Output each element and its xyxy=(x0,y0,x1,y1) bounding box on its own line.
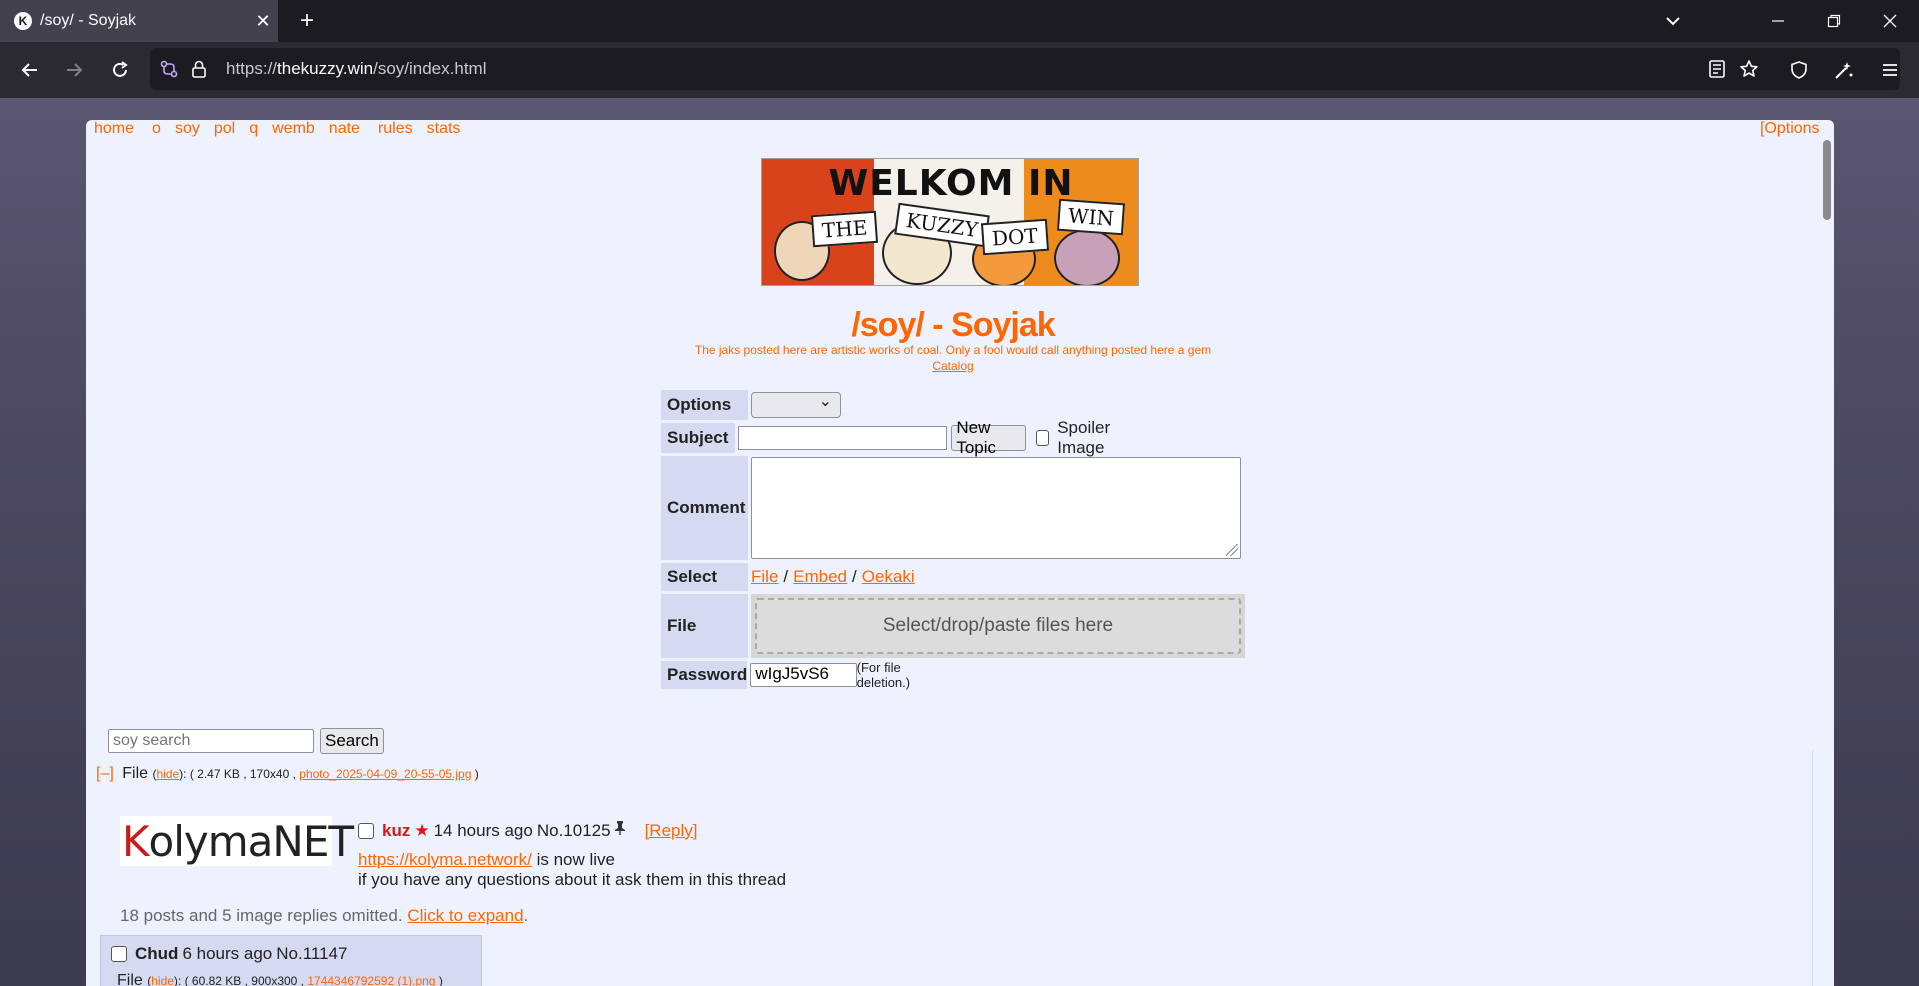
comment-textarea[interactable] xyxy=(751,457,1241,559)
banner-welkom-text: WELKOM IN xyxy=(828,163,1074,204)
reply-post-intro: Chud 6 hours ago No.11147 xyxy=(111,944,347,964)
hamburger-menu-icon[interactable] xyxy=(1876,56,1904,84)
site-banner[interactable]: WELKOM IN THE KUZZY DOT WIN xyxy=(761,158,1139,286)
file-dropzone[interactable]: Select/drop/paste files here xyxy=(755,598,1241,654)
active-tab[interactable]: K /soy/ - Soyjak ✕ xyxy=(0,0,278,42)
options-link[interactable]: [Options] xyxy=(1760,120,1824,138)
pinned-icon xyxy=(613,820,627,841)
board-link-soy[interactable]: soy xyxy=(175,120,200,137)
subject-label: Subject xyxy=(661,423,736,453)
reload-icon[interactable] xyxy=(106,56,134,84)
board-link-rules[interactable]: rules xyxy=(378,120,413,137)
op-file-link[interactable]: photo_2025-04-09_20-55-05.jpg xyxy=(299,767,471,781)
board-link-nate[interactable]: nate xyxy=(329,120,360,137)
board-link-home[interactable]: home xyxy=(94,120,134,137)
close-window-icon[interactable] xyxy=(1862,0,1918,42)
spoiler-checkbox[interactable] xyxy=(1035,430,1050,446)
reply-post: Chud 6 hours ago No.11147 File (hide): (… xyxy=(100,935,482,986)
board-link-stats[interactable]: stats xyxy=(427,120,461,137)
collapse-thread-button[interactable]: [–] xyxy=(96,765,114,782)
catalog-link[interactable]: Catalog xyxy=(932,359,973,373)
url-text[interactable]: https://thekuzzy.win/soy/index.html xyxy=(226,59,486,79)
op-time: 14 hours ago xyxy=(433,820,533,840)
board-title: /soy/ - Soyjak xyxy=(851,306,1055,344)
board-link-q[interactable]: q xyxy=(249,120,258,137)
reply-file-info: File (hide): ( 60.82 KB , 900x300 , 1744… xyxy=(117,972,443,986)
password-input[interactable]: wIgJ5vS6 xyxy=(750,663,857,687)
extensions-icon[interactable] xyxy=(1830,56,1858,84)
search-button[interactable]: Search xyxy=(320,728,384,754)
reply-link[interactable]: [Reply] xyxy=(645,821,698,841)
bookmark-star-icon[interactable] xyxy=(1738,58,1760,80)
back-arrow-icon[interactable] xyxy=(16,56,44,84)
tab-title: /soy/ - Soyjak xyxy=(40,12,137,29)
tab-bar: K /soy/ - Soyjak ✕ + xyxy=(0,0,1919,42)
select-file-link[interactable]: File xyxy=(751,567,778,587)
banner-sign-the: THE xyxy=(810,210,879,248)
page-body: home o soy pol q wemb nate rules stats [Options]… xyxy=(86,120,1834,986)
shield-icon[interactable] xyxy=(1785,56,1813,84)
board-link-o[interactable]: o xyxy=(152,120,161,137)
board-list: home o soy pol q wemb nate rules stats xyxy=(94,120,474,140)
op-author-name: kuz xyxy=(382,820,411,840)
navigation-bar: https://thekuzzy.win/soy/index.html xyxy=(0,42,1919,98)
page-viewport: home o soy pol q wemb nate rules stats [Options]… xyxy=(0,98,1919,986)
op-file-info: [–] File (hide): ( 2.47 KB , 170x40 , ph… xyxy=(96,765,479,782)
tab-close-icon[interactable]: ✕ xyxy=(248,11,278,32)
restore-icon[interactable] xyxy=(1806,0,1862,42)
reply-select-checkbox[interactable] xyxy=(111,946,127,962)
hide-image-link[interactable]: hide xyxy=(156,767,179,781)
reply-file-link[interactable]: 1744346792592 (1).png xyxy=(307,974,435,986)
banner-character-4 xyxy=(1054,229,1120,285)
options-select[interactable] xyxy=(751,391,841,418)
site-favicon-icon: K xyxy=(14,12,32,30)
options-label: Options xyxy=(661,390,748,420)
reply-post-number[interactable]: No.11147 xyxy=(276,944,347,964)
tracking-protection-icon[interactable] xyxy=(158,58,180,80)
new-tab-button[interactable]: + xyxy=(292,6,322,36)
select-oekaki-link[interactable]: Oekaki xyxy=(862,567,915,587)
op-thumbnail[interactable]: KolymaNET xyxy=(120,816,354,866)
reply-time: 6 hours ago xyxy=(182,944,273,963)
omitted-posts-notice: 18 posts and 5 image replies omitted. Cl… xyxy=(120,906,529,925)
kolyma-network-link[interactable]: https://kolyma.network/ xyxy=(358,850,532,869)
expand-thread-link[interactable]: Click to expand xyxy=(407,906,523,925)
reply-author-name: Chud xyxy=(135,944,179,963)
op-post-intro: kuz ★ 14 hours ago No.10125 [Reply] xyxy=(358,820,698,841)
op-select-checkbox[interactable] xyxy=(358,822,374,839)
reader-view-icon[interactable] xyxy=(1706,58,1728,80)
board-search: Search xyxy=(108,728,384,754)
minimize-icon[interactable] xyxy=(1750,0,1806,42)
board-link-wemb[interactable]: wemb xyxy=(272,120,315,137)
banner-sign-dot: DOT xyxy=(980,218,1049,256)
new-topic-button[interactable]: New Topic xyxy=(951,418,1026,457)
board-subtitle: The jaks posted here are artistic works … xyxy=(694,343,1212,357)
forward-arrow-icon[interactable] xyxy=(60,56,88,84)
page-scrollbar[interactable] xyxy=(1820,120,1834,986)
op-post-number[interactable]: No.10125 xyxy=(537,821,611,841)
banner-sign-win: WIN xyxy=(1056,198,1126,236)
moderator-star-icon: ★ xyxy=(414,820,430,840)
password-label: Password xyxy=(661,661,748,689)
password-note: (For file deletion.) xyxy=(856,660,911,690)
select-embed-link[interactable]: Embed xyxy=(793,567,847,587)
reply-hide-image-link[interactable]: hide xyxy=(151,974,174,986)
url-bar[interactable]: https://thekuzzy.win/soy/index.html xyxy=(150,48,1900,90)
tab-list-chevron-icon[interactable] xyxy=(1660,8,1686,34)
board-link-pol[interactable]: pol xyxy=(214,120,235,137)
comment-label: Comment xyxy=(661,456,748,560)
select-label: Select xyxy=(661,563,748,591)
scrollbar-thumb[interactable] xyxy=(1823,140,1831,220)
subject-input[interactable] xyxy=(738,426,948,450)
spoiler-label: Spoiler Image xyxy=(1057,418,1111,457)
search-input[interactable] xyxy=(108,729,314,753)
op-post-body: https://kolyma.network/ is now live if y… xyxy=(358,850,787,889)
padlock-icon[interactable] xyxy=(188,58,210,80)
file-label: File xyxy=(661,594,748,658)
